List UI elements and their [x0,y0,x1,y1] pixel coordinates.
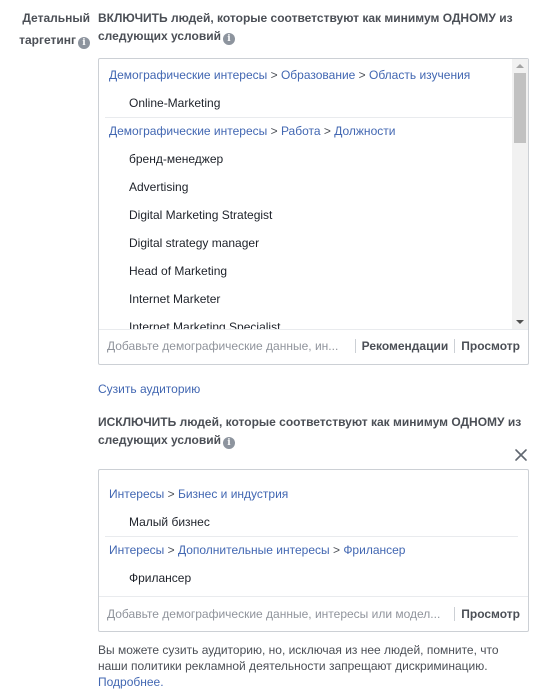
exclude-input-row: Добавьте демографические данные, интерес… [99,596,528,631]
include-input-row: Добавьте демографические данные, ин... Р… [99,329,528,361]
category-path-segment[interactable]: Интересы [109,543,164,557]
policy-note-line1: Вы можете сузить аудиторию, но, исключая… [98,643,499,657]
scroll-down-arrow-icon[interactable] [516,320,524,324]
path-separator: > [329,543,344,557]
category-path-segment[interactable]: Фрилансер [343,543,405,557]
category-path-segment[interactable]: Область изучения [369,68,470,82]
divider [354,338,356,353]
include-heading: ВКЛЮЧИТЬ людей, которые соответствуют ка… [98,9,530,45]
path-separator: > [164,543,178,557]
include-box: Демографические интересы > Образование >… [98,58,529,365]
browse-button[interactable]: Просмотр [461,339,520,353]
detailed-targeting-label: Детальный таргетинг i [0,7,90,51]
include-heading-line2: следующих условий [98,29,221,43]
exclude-heading-line1: ИСКЛЮЧИТЬ людей, которые соответствуют к… [98,415,522,429]
category-path[interactable]: Демографические интересы > Работа > Долж… [99,118,528,145]
scroll-thumb[interactable] [514,73,526,143]
targeting-item[interactable]: Фрилансер [99,564,528,592]
info-icon[interactable]: i [222,33,235,45]
exclude-list[interactable]: Интересы > Бизнес и индустрия Малый бизне… [99,470,528,596]
policy-note-line2: наши политики рекламной деятельности зап… [98,659,488,673]
include-heading-line1: ВКЛЮЧИТЬ людей, которые соответствуют ка… [98,11,513,25]
path-separator: > [164,487,178,501]
narrow-audience-link[interactable]: Сузить аудиторию [98,382,200,396]
exclude-search-input[interactable]: Добавьте демографические данные, интерес… [107,607,448,621]
learn-more-link[interactable]: Подробнее. [98,674,530,690]
targeting-item[interactable]: Head of Marketing [99,257,528,285]
exclude-box: Интересы > Бизнес и индустрия Малый бизне… [98,469,529,632]
category-path-segment[interactable]: Должности [334,124,395,138]
category-path-segment[interactable]: Демографические интересы [109,124,267,138]
targeting-item[interactable]: Internet Marketing Specialist [99,313,528,329]
category-path-segment[interactable]: Бизнес и индустрия [178,487,288,501]
category-path-segment[interactable]: Образование [281,68,355,82]
divider [454,338,456,353]
targeting-item[interactable]: Digital strategy manager [99,229,528,257]
targeting-item[interactable]: Advertising [99,173,528,201]
path-separator: > [267,68,281,82]
recommendations-button[interactable]: Рекомендации [362,339,449,353]
info-icon[interactable]: i [78,37,90,49]
close-icon[interactable] [514,448,528,462]
scroll-up-arrow-icon[interactable] [516,64,524,68]
path-separator: > [355,68,370,82]
targeting-item[interactable]: Digital Marketing Strategist [99,201,528,229]
targeting-item[interactable]: Online-Marketing [99,89,528,117]
category-path[interactable]: Демографические интересы > Образование >… [99,59,528,89]
exclude-heading: ИСКЛЮЧИТЬ людей, которые соответствуют к… [98,413,530,449]
targeting-item[interactable]: Internet Marketer [99,285,528,313]
include-list[interactable]: Демографические интересы > Образование >… [99,59,528,329]
divider [454,607,456,621]
info-icon[interactable]: i [222,437,235,449]
policy-note: Вы можете сузить аудиторию, но, исключая… [98,642,530,690]
path-separator: > [320,124,335,138]
exclude-heading-line2: следующих условий [98,433,221,447]
include-scrollbar[interactable] [512,59,528,329]
targeting-item[interactable]: Малый бизнес [99,508,528,536]
browse-button[interactable]: Просмотр [461,607,520,621]
category-path-segment[interactable]: Интересы [109,487,164,501]
detailed-targeting-label-line1: Детальный [22,11,90,25]
category-path-segment[interactable]: Демографические интересы [109,68,267,82]
category-path[interactable]: Интересы > Бизнес и индустрия [99,470,528,508]
category-path-segment[interactable]: Дополнительные интересы [178,543,330,557]
targeting-item[interactable]: бренд-менеджер [99,145,528,173]
include-search-input[interactable]: Добавьте демографические данные, ин... [107,339,349,353]
category-path-segment[interactable]: Работа [281,124,321,138]
detailed-targeting-label-line2: таргетинг [19,33,76,47]
path-separator: > [267,124,281,138]
category-path[interactable]: Интересы > Дополнительные интересы > Фри… [99,537,528,564]
